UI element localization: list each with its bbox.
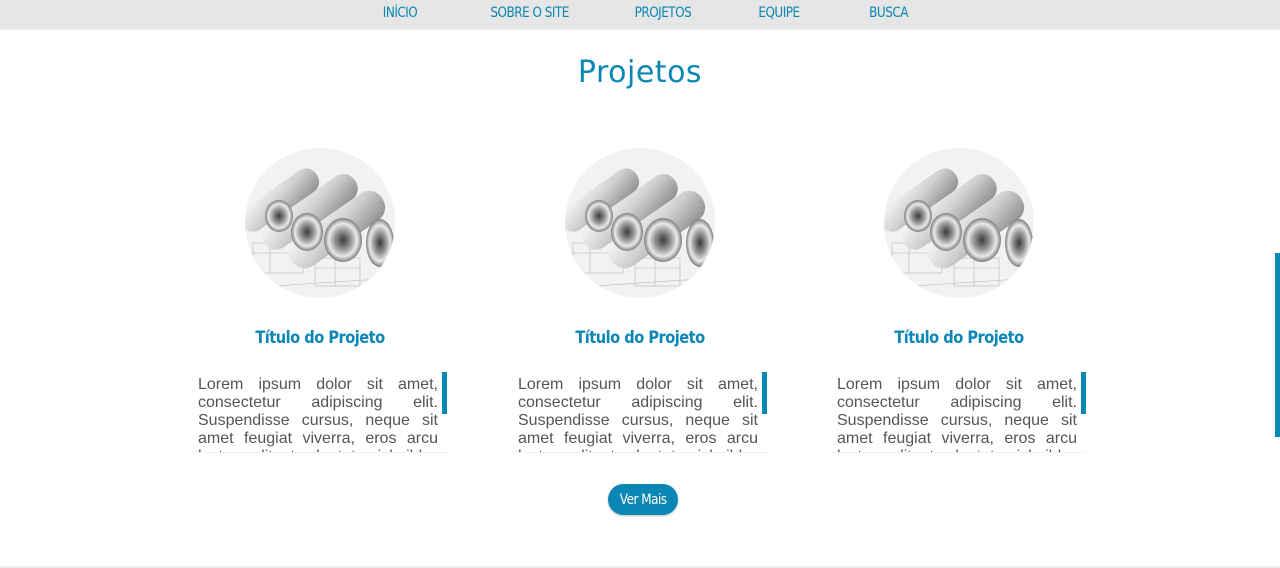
- project-image[interactable]: [245, 148, 395, 298]
- ver-mais-button[interactable]: Ver Mais: [608, 484, 678, 515]
- project-description: Lorem ipsum dolor sit amet, consectetur …: [837, 376, 1077, 452]
- nav-item-busca[interactable]: BUSCA: [869, 5, 908, 21]
- project-description: Lorem ipsum dolor sit amet, consectetur …: [198, 376, 438, 452]
- ver-mais-label: Ver Mais: [619, 491, 667, 508]
- nav-item-equipe[interactable]: EQUIPE: [758, 5, 800, 21]
- nav-item-inicio[interactable]: INÍCIO: [383, 5, 418, 21]
- project-title[interactable]: Título do Projeto: [530, 328, 750, 348]
- project-description: Lorem ipsum dolor sit amet, consectetur …: [518, 376, 758, 452]
- project-description-box: Lorem ipsum dolor sit amet, consectetur …: [192, 372, 448, 453]
- project-card: Título do Projeto Lorem ipsum dolor sit …: [192, 148, 448, 458]
- project-description-box: Lorem ipsum dolor sit amet, consectetur …: [512, 372, 768, 453]
- project-image[interactable]: [884, 148, 1034, 298]
- project-title[interactable]: Título do Projeto: [210, 328, 430, 348]
- project-title[interactable]: Título do Projeto: [849, 328, 1069, 348]
- project-description-box: Lorem ipsum dolor sit amet, consectetur …: [831, 372, 1087, 453]
- nav-item-projetos[interactable]: PROJETOS: [635, 5, 692, 21]
- text-scrollbar[interactable]: [442, 372, 447, 414]
- project-card: Título do Projeto Lorem ipsum dolor sit …: [512, 148, 768, 458]
- page-title: Projetos: [577, 55, 703, 90]
- project-card: Título do Projeto Lorem ipsum dolor sit …: [831, 148, 1087, 458]
- nav-item-sobre-o-site[interactable]: SOBRE O SITE: [490, 5, 569, 21]
- project-image[interactable]: [565, 148, 715, 298]
- text-scrollbar[interactable]: [762, 372, 767, 414]
- text-scrollbar[interactable]: [1081, 372, 1086, 414]
- page-scrollbar[interactable]: [1275, 253, 1280, 437]
- top-nav: INÍCIO SOBRE O SITE PROJETOS EQUIPE BUSC…: [0, 0, 1280, 30]
